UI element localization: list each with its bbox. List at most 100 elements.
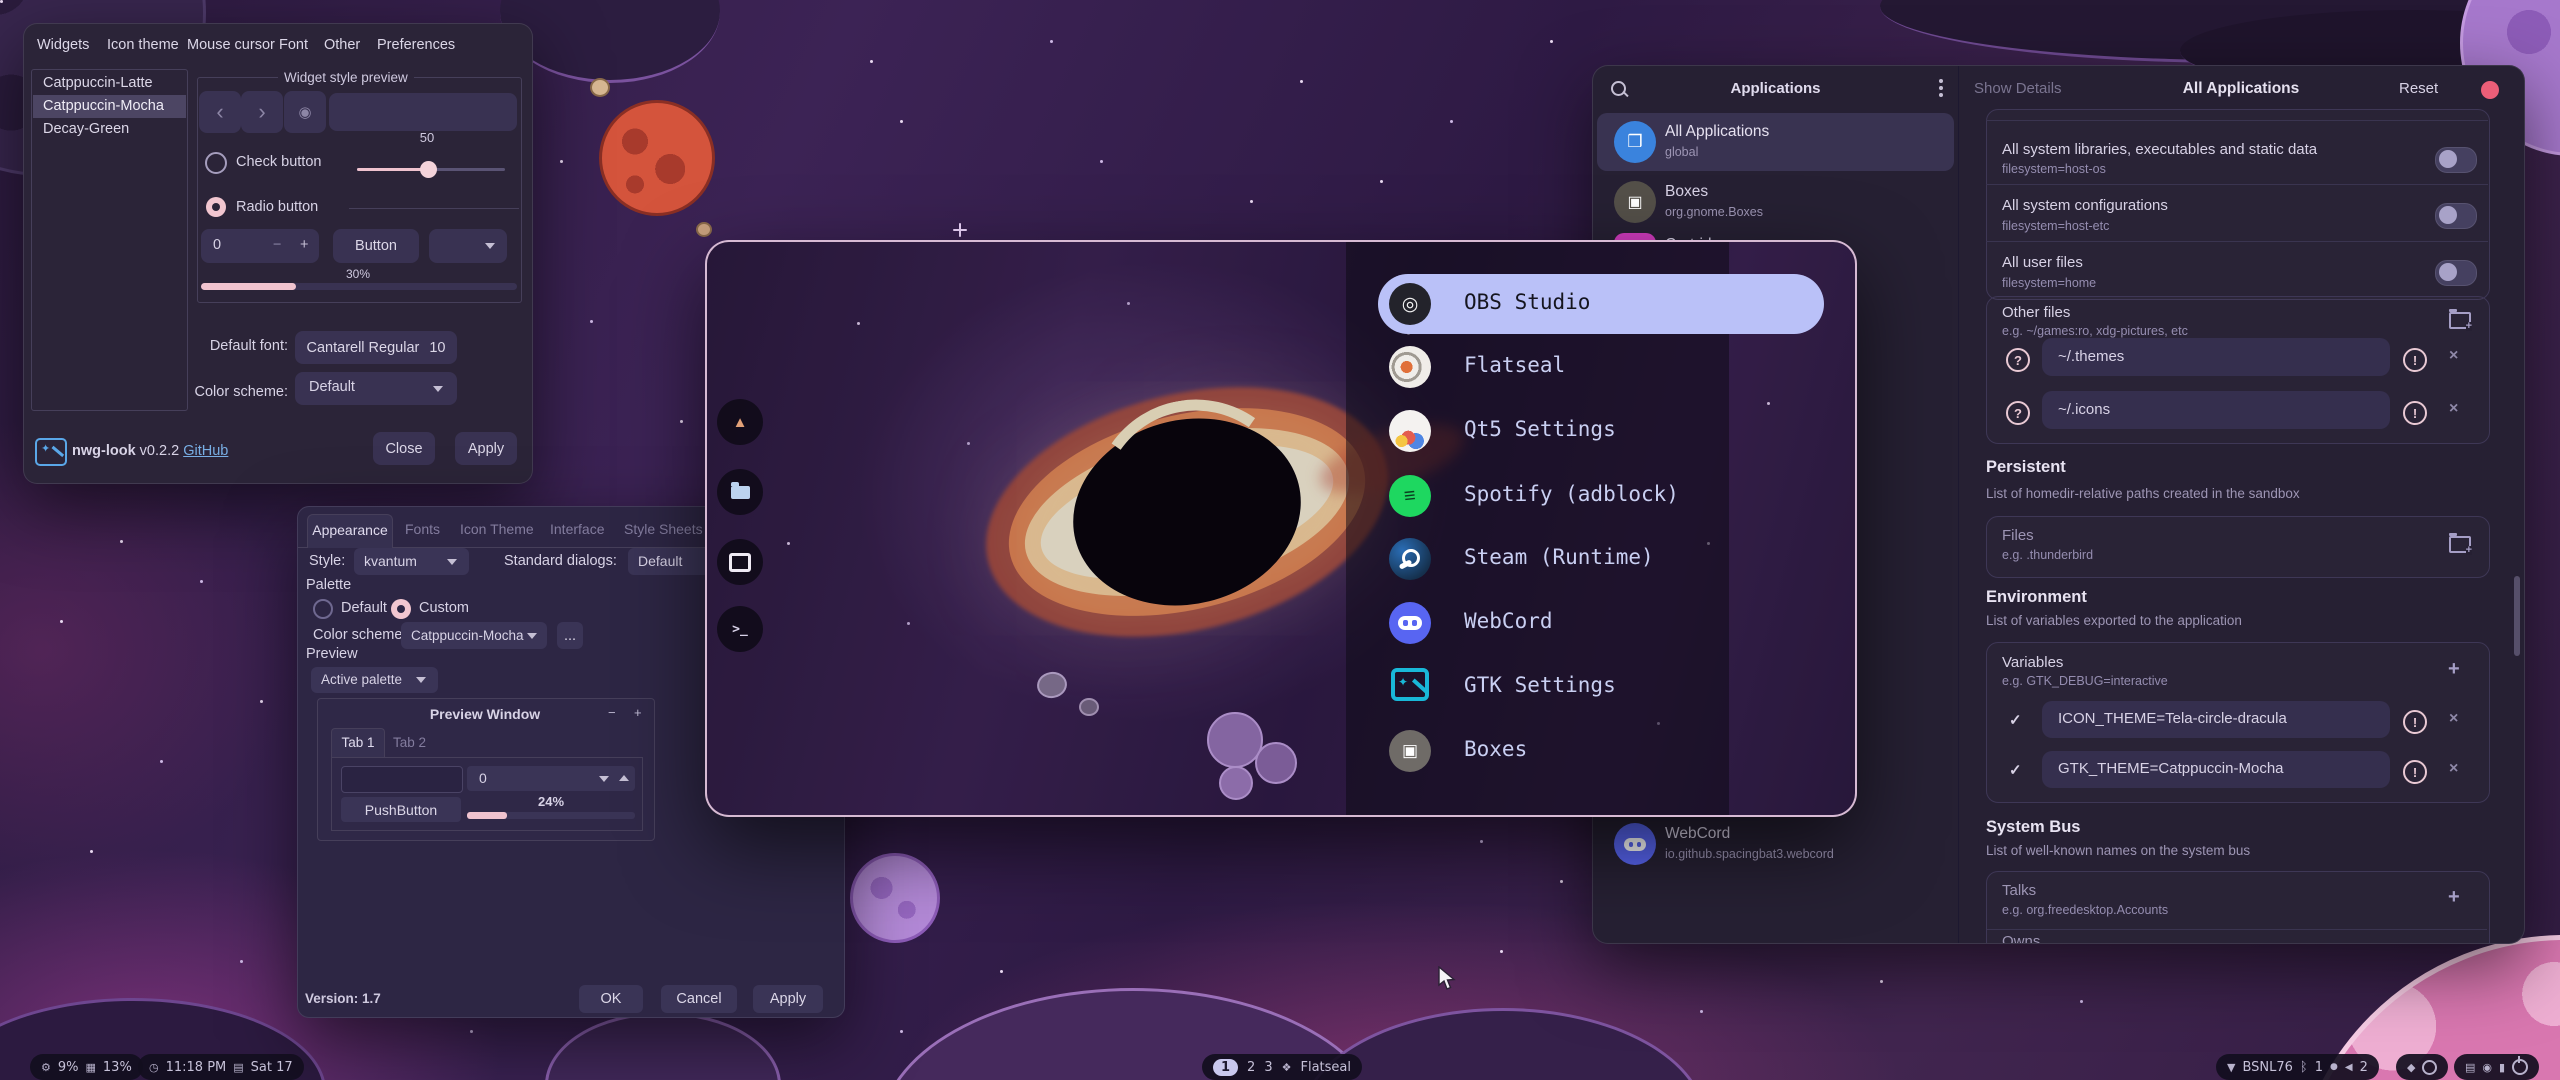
idle-inhibitor-icon[interactable] [2422, 1060, 2437, 1075]
add-variable-icon[interactable]: + [2448, 658, 2460, 681]
flatseal-show-details[interactable]: Show Details [1974, 80, 2062, 97]
qt-pw-lineedit[interactable] [341, 766, 463, 793]
rail-windows-button[interactable] [717, 539, 763, 585]
variable-entry-gtk-theme[interactable]: GTK_THEME=Catppuccin-Mocha [2042, 751, 2390, 788]
toggle-home[interactable] [2435, 260, 2477, 286]
volume-level[interactable]: 2 [2360, 1060, 2368, 1075]
nwg-close-button[interactable]: Close [373, 432, 435, 465]
qt-scheme-more-button[interactable]: ... [557, 622, 583, 649]
nwg-checkbox[interactable] [205, 152, 227, 174]
rail-files-button[interactable] [717, 469, 763, 515]
nwg-theme-item-selected[interactable]: Catppuccin-Mocha [33, 95, 186, 118]
qt-pw-tab1[interactable]: Tab 1 [331, 728, 385, 758]
toggle-host-etc[interactable] [2435, 203, 2477, 229]
launcher-item-gtk-settings[interactable]: GTK Settings [1464, 673, 1616, 697]
qt-cancel-button[interactable]: Cancel [661, 985, 737, 1013]
qt-tab-interface[interactable]: Interface [550, 521, 604, 537]
close-button[interactable] [2481, 81, 2499, 99]
workspace-2[interactable]: 2 [1247, 1060, 1255, 1075]
nwg-slider-handle[interactable] [420, 161, 437, 178]
qt-tab-appearance[interactable]: Appearance [307, 514, 393, 548]
variable-entry-icon-theme[interactable]: ICON_THEME=Tela-circle-dracula [2042, 701, 2390, 738]
qt-apply-button[interactable]: Apply [753, 985, 823, 1013]
rail-apps-button[interactable]: ▲ [717, 399, 763, 445]
nwg-apply-button[interactable]: Apply [455, 432, 517, 465]
remove-icon[interactable]: × [2449, 347, 2458, 365]
qt-pw-maximize[interactable]: + [634, 705, 642, 720]
toggle-host-os[interactable] [2435, 147, 2477, 173]
warning-icon[interactable]: ! [2403, 348, 2427, 372]
remove-icon[interactable]: × [2449, 760, 2458, 778]
qt-radio-default[interactable] [313, 599, 333, 619]
qt-ok-button[interactable]: OK [579, 985, 643, 1013]
nwg-record-button[interactable]: ◉ [284, 91, 326, 133]
path-entry-themes[interactable]: ~/.themes [2042, 338, 2390, 376]
nwg-combobox[interactable] [429, 229, 507, 263]
power-icon[interactable] [2512, 1059, 2528, 1075]
qt-pw-spinbox[interactable]: 0 [467, 766, 635, 791]
nwg-theme-item[interactable]: Catppuccin-Latte [33, 72, 186, 95]
question-icon[interactable]: ? [2006, 348, 2030, 372]
add-folder-icon[interactable] [2449, 312, 2471, 329]
nwg-forward-button[interactable]: › [241, 91, 283, 133]
question-icon[interactable]: ? [2006, 401, 2030, 425]
launcher-item-spotify[interactable]: Spotify (adblock) [1464, 482, 1679, 506]
warning-icon[interactable]: ! [2403, 710, 2427, 734]
nwg-spinbox[interactable]: 0 − + [201, 229, 319, 263]
warning-icon[interactable]: ! [2403, 401, 2427, 425]
nwg-font-button[interactable]: Cantarell Regular 10 [295, 331, 457, 364]
path-entry-icons[interactable]: ~/.icons [2042, 391, 2390, 429]
launcher-item-steam[interactable]: Steam (Runtime) [1464, 545, 1654, 569]
battery-icon[interactable]: ▮ [2499, 1061, 2505, 1074]
qt-tab-fonts[interactable]: Fonts [405, 521, 440, 537]
kebab-menu-icon[interactable] [1939, 79, 1943, 99]
nwg-back-button[interactable]: ‹ [199, 91, 241, 133]
workspace-3[interactable]: 3 [1264, 1060, 1272, 1075]
bluetooth-count[interactable]: 1 [2315, 1060, 2323, 1075]
tray-record-icon[interactable]: ◉ [2482, 1061, 2492, 1074]
nwg-menu-font[interactable]: Font [279, 37, 308, 53]
flatseal-reset-button[interactable]: Reset [2399, 80, 2438, 97]
sidebar-item-webcord[interactable]: WebCord io.github.spacingbat3.webcord [1597, 815, 1954, 873]
remove-icon[interactable]: × [2449, 400, 2458, 418]
qt-style-combo[interactable]: kvantum [354, 548, 469, 575]
nwg-menu-icon-theme[interactable]: Icon theme [107, 37, 179, 53]
launcher-item-boxes[interactable]: Boxes [1464, 737, 1527, 761]
qt-tab-icon-theme[interactable]: Icon Theme [460, 521, 534, 537]
nwg-menu-other[interactable]: Other [324, 37, 360, 53]
launcher-item-webcord[interactable]: WebCord [1464, 609, 1553, 633]
add-talk-icon[interactable]: + [2448, 886, 2460, 909]
tray-clipboard-icon[interactable]: ▤ [2465, 1061, 2475, 1074]
qt-tab-style-sheets[interactable]: Style Sheets [624, 521, 703, 537]
nwg-preview-button[interactable]: Button [333, 229, 419, 263]
sidebar-item-all-applications[interactable]: ❒ All Applications global [1597, 113, 1954, 171]
nwg-menu-mouse-cursor[interactable]: Mouse cursor [187, 37, 275, 53]
launcher-item-qt5-settings[interactable]: Qt5 Settings [1464, 417, 1616, 441]
nwg-github-link[interactable]: GitHub [183, 443, 228, 459]
nwg-menu-widgets[interactable]: Widgets [37, 37, 89, 53]
remove-icon[interactable]: × [2449, 710, 2458, 728]
warning-icon[interactable]: ! [2403, 760, 2427, 784]
add-folder-icon[interactable] [2449, 536, 2471, 553]
launcher-selected-row[interactable] [1378, 274, 1824, 334]
network-name[interactable]: BSNL76 [2242, 1060, 2292, 1075]
qt-pw-minimize[interactable]: − [608, 705, 616, 720]
rail-terminal-button[interactable]: >_ [717, 606, 763, 652]
qt-pw-tab2[interactable]: Tab 2 [393, 735, 426, 750]
scrollbar-thumb[interactable] [2514, 576, 2520, 656]
qt-scheme-combo[interactable]: Catppuccin-Mocha [401, 622, 547, 649]
sidebar-item-boxes[interactable]: ▣ Boxes org.gnome.Boxes [1597, 173, 1954, 231]
nwg-spin-plus[interactable]: + [300, 237, 308, 253]
launcher-item-flatseal[interactable]: Flatseal [1464, 353, 1565, 377]
nwg-spin-minus[interactable]: − [273, 237, 281, 253]
nwg-scheme-combo[interactable]: Default [295, 372, 457, 405]
qt-palette-select[interactable]: Active palette [311, 667, 438, 693]
nwg-radio[interactable] [206, 197, 226, 217]
nwg-theme-item[interactable]: Decay-Green [33, 118, 186, 141]
qt-radio-custom[interactable] [391, 599, 411, 619]
nwg-menu-preferences[interactable]: Preferences [377, 37, 455, 53]
launcher-item-obs[interactable]: OBS Studio [1464, 290, 1590, 314]
workspace-1-active[interactable]: 1 [1213, 1059, 1238, 1076]
nwg-entry-field[interactable] [329, 93, 517, 131]
qt-pw-pushbutton[interactable]: PushButton [341, 797, 461, 822]
